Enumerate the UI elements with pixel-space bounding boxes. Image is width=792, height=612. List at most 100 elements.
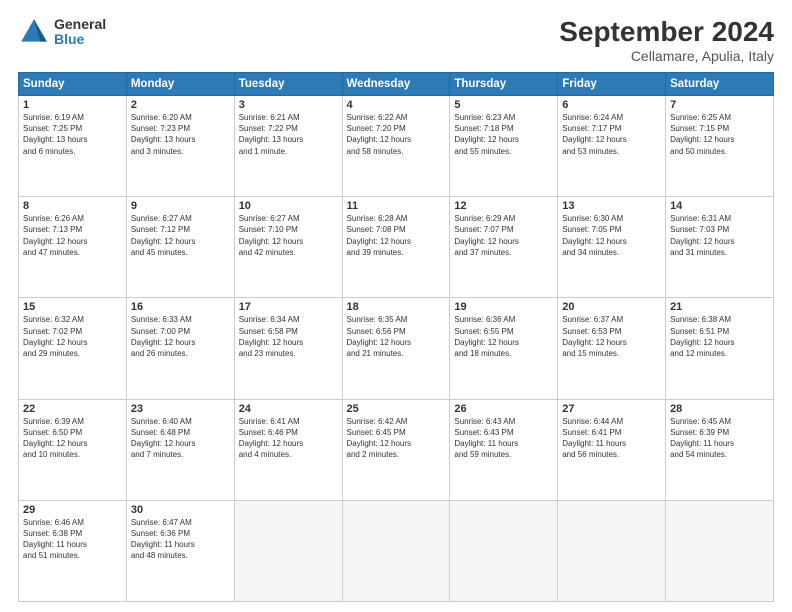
day-number: 11 <box>347 200 446 212</box>
calendar-cell: 28Sunrise: 6:45 AM Sunset: 6:39 PM Dayli… <box>666 399 774 500</box>
calendar-cell: 8Sunrise: 6:26 AM Sunset: 7:13 PM Daylig… <box>19 197 127 298</box>
day-number: 14 <box>670 200 769 212</box>
calendar-cell: 1Sunrise: 6:19 AM Sunset: 7:25 PM Daylig… <box>19 96 127 197</box>
col-tuesday: Tuesday <box>234 73 342 96</box>
calendar-week-1: 1Sunrise: 6:19 AM Sunset: 7:25 PM Daylig… <box>19 96 774 197</box>
calendar-cell: 5Sunrise: 6:23 AM Sunset: 7:18 PM Daylig… <box>450 96 558 197</box>
day-number: 29 <box>23 504 122 516</box>
day-info: Sunrise: 6:43 AM Sunset: 6:43 PM Dayligh… <box>454 416 553 461</box>
day-info: Sunrise: 6:30 AM Sunset: 7:05 PM Dayligh… <box>562 213 661 258</box>
col-wednesday: Wednesday <box>342 73 450 96</box>
day-info: Sunrise: 6:27 AM Sunset: 7:12 PM Dayligh… <box>131 213 230 258</box>
calendar-cell: 24Sunrise: 6:41 AM Sunset: 6:46 PM Dayli… <box>234 399 342 500</box>
day-info: Sunrise: 6:44 AM Sunset: 6:41 PM Dayligh… <box>562 416 661 461</box>
col-friday: Friday <box>558 73 666 96</box>
day-info: Sunrise: 6:27 AM Sunset: 7:10 PM Dayligh… <box>239 213 338 258</box>
calendar-week-3: 15Sunrise: 6:32 AM Sunset: 7:02 PM Dayli… <box>19 298 774 399</box>
calendar-cell <box>450 500 558 601</box>
day-info: Sunrise: 6:40 AM Sunset: 6:48 PM Dayligh… <box>131 416 230 461</box>
col-monday: Monday <box>126 73 234 96</box>
calendar-cell: 15Sunrise: 6:32 AM Sunset: 7:02 PM Dayli… <box>19 298 127 399</box>
day-number: 10 <box>239 200 338 212</box>
day-info: Sunrise: 6:34 AM Sunset: 6:58 PM Dayligh… <box>239 314 338 359</box>
calendar-cell: 21Sunrise: 6:38 AM Sunset: 6:51 PM Dayli… <box>666 298 774 399</box>
day-info: Sunrise: 6:45 AM Sunset: 6:39 PM Dayligh… <box>670 416 769 461</box>
day-info: Sunrise: 6:23 AM Sunset: 7:18 PM Dayligh… <box>454 112 553 157</box>
day-info: Sunrise: 6:31 AM Sunset: 7:03 PM Dayligh… <box>670 213 769 258</box>
calendar-cell <box>558 500 666 601</box>
day-number: 3 <box>239 99 338 111</box>
logo-text: General Blue <box>54 17 106 48</box>
calendar-cell: 30Sunrise: 6:47 AM Sunset: 6:36 PM Dayli… <box>126 500 234 601</box>
day-number: 16 <box>131 301 230 313</box>
calendar-cell: 26Sunrise: 6:43 AM Sunset: 6:43 PM Dayli… <box>450 399 558 500</box>
calendar-cell: 16Sunrise: 6:33 AM Sunset: 7:00 PM Dayli… <box>126 298 234 399</box>
day-info: Sunrise: 6:39 AM Sunset: 6:50 PM Dayligh… <box>23 416 122 461</box>
day-number: 21 <box>670 301 769 313</box>
calendar-cell: 18Sunrise: 6:35 AM Sunset: 6:56 PM Dayli… <box>342 298 450 399</box>
day-info: Sunrise: 6:26 AM Sunset: 7:13 PM Dayligh… <box>23 213 122 258</box>
day-number: 27 <box>562 403 661 415</box>
calendar-cell: 4Sunrise: 6:22 AM Sunset: 7:20 PM Daylig… <box>342 96 450 197</box>
calendar-week-4: 22Sunrise: 6:39 AM Sunset: 6:50 PM Dayli… <box>19 399 774 500</box>
day-number: 22 <box>23 403 122 415</box>
logo-icon <box>18 16 50 48</box>
calendar-cell: 20Sunrise: 6:37 AM Sunset: 6:53 PM Dayli… <box>558 298 666 399</box>
day-number: 15 <box>23 301 122 313</box>
col-sunday: Sunday <box>19 73 127 96</box>
day-number: 5 <box>454 99 553 111</box>
day-number: 25 <box>347 403 446 415</box>
calendar-cell: 13Sunrise: 6:30 AM Sunset: 7:05 PM Dayli… <box>558 197 666 298</box>
day-info: Sunrise: 6:41 AM Sunset: 6:46 PM Dayligh… <box>239 416 338 461</box>
day-info: Sunrise: 6:19 AM Sunset: 7:25 PM Dayligh… <box>23 112 122 157</box>
calendar-cell: 27Sunrise: 6:44 AM Sunset: 6:41 PM Dayli… <box>558 399 666 500</box>
day-number: 28 <box>670 403 769 415</box>
calendar-week-5: 29Sunrise: 6:46 AM Sunset: 6:38 PM Dayli… <box>19 500 774 601</box>
sub-title: Cellamare, Apulia, Italy <box>559 48 774 64</box>
calendar-cell: 22Sunrise: 6:39 AM Sunset: 6:50 PM Dayli… <box>19 399 127 500</box>
calendar-cell <box>342 500 450 601</box>
day-number: 24 <box>239 403 338 415</box>
day-info: Sunrise: 6:46 AM Sunset: 6:38 PM Dayligh… <box>23 517 122 562</box>
day-number: 26 <box>454 403 553 415</box>
day-number: 13 <box>562 200 661 212</box>
day-info: Sunrise: 6:22 AM Sunset: 7:20 PM Dayligh… <box>347 112 446 157</box>
day-number: 17 <box>239 301 338 313</box>
day-number: 1 <box>23 99 122 111</box>
calendar-cell: 14Sunrise: 6:31 AM Sunset: 7:03 PM Dayli… <box>666 197 774 298</box>
logo-general-text: General <box>54 17 106 32</box>
calendar-header-row: Sunday Monday Tuesday Wednesday Thursday… <box>19 73 774 96</box>
page: General Blue September 2024 Cellamare, A… <box>0 0 792 612</box>
day-number: 12 <box>454 200 553 212</box>
day-number: 19 <box>454 301 553 313</box>
title-block: September 2024 Cellamare, Apulia, Italy <box>559 16 774 64</box>
calendar-cell: 25Sunrise: 6:42 AM Sunset: 6:45 PM Dayli… <box>342 399 450 500</box>
day-info: Sunrise: 6:21 AM Sunset: 7:22 PM Dayligh… <box>239 112 338 157</box>
calendar-cell: 6Sunrise: 6:24 AM Sunset: 7:17 PM Daylig… <box>558 96 666 197</box>
day-info: Sunrise: 6:28 AM Sunset: 7:08 PM Dayligh… <box>347 213 446 258</box>
day-number: 7 <box>670 99 769 111</box>
day-info: Sunrise: 6:32 AM Sunset: 7:02 PM Dayligh… <box>23 314 122 359</box>
day-number: 30 <box>131 504 230 516</box>
calendar-cell: 9Sunrise: 6:27 AM Sunset: 7:12 PM Daylig… <box>126 197 234 298</box>
day-info: Sunrise: 6:38 AM Sunset: 6:51 PM Dayligh… <box>670 314 769 359</box>
day-info: Sunrise: 6:42 AM Sunset: 6:45 PM Dayligh… <box>347 416 446 461</box>
day-info: Sunrise: 6:36 AM Sunset: 6:55 PM Dayligh… <box>454 314 553 359</box>
day-info: Sunrise: 6:25 AM Sunset: 7:15 PM Dayligh… <box>670 112 769 157</box>
calendar-cell: 23Sunrise: 6:40 AM Sunset: 6:48 PM Dayli… <box>126 399 234 500</box>
calendar-cell: 10Sunrise: 6:27 AM Sunset: 7:10 PM Dayli… <box>234 197 342 298</box>
day-info: Sunrise: 6:29 AM Sunset: 7:07 PM Dayligh… <box>454 213 553 258</box>
calendar-cell: 19Sunrise: 6:36 AM Sunset: 6:55 PM Dayli… <box>450 298 558 399</box>
calendar-table: Sunday Monday Tuesday Wednesday Thursday… <box>18 72 774 602</box>
day-info: Sunrise: 6:20 AM Sunset: 7:23 PM Dayligh… <box>131 112 230 157</box>
calendar-cell: 3Sunrise: 6:21 AM Sunset: 7:22 PM Daylig… <box>234 96 342 197</box>
header: General Blue September 2024 Cellamare, A… <box>18 16 774 64</box>
calendar-cell: 17Sunrise: 6:34 AM Sunset: 6:58 PM Dayli… <box>234 298 342 399</box>
main-title: September 2024 <box>559 16 774 48</box>
day-number: 8 <box>23 200 122 212</box>
calendar-cell: 12Sunrise: 6:29 AM Sunset: 7:07 PM Dayli… <box>450 197 558 298</box>
calendar-cell: 29Sunrise: 6:46 AM Sunset: 6:38 PM Dayli… <box>19 500 127 601</box>
day-number: 6 <box>562 99 661 111</box>
day-number: 2 <box>131 99 230 111</box>
day-info: Sunrise: 6:47 AM Sunset: 6:36 PM Dayligh… <box>131 517 230 562</box>
